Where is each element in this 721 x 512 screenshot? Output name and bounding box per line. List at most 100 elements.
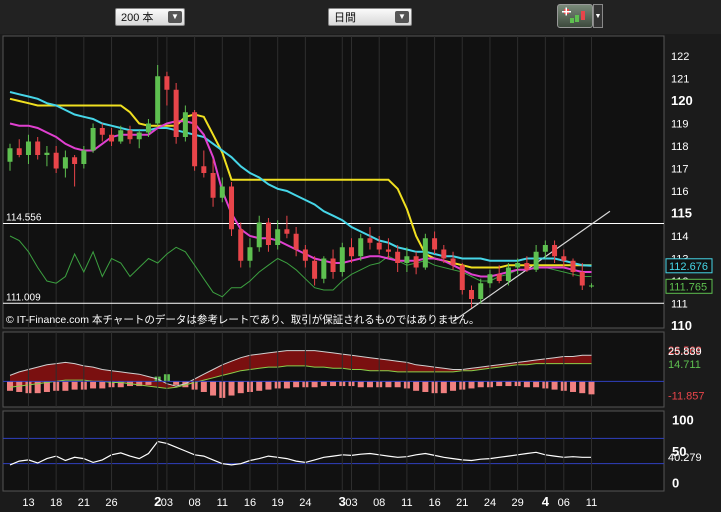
histogram-bar [200, 381, 207, 392]
candle-body [459, 265, 465, 290]
candle-body [164, 76, 170, 90]
candle-body [395, 251, 401, 263]
candle-body [210, 173, 216, 198]
candle-body [376, 242, 382, 250]
chevron-down-icon: ▼ [168, 11, 182, 23]
x-tick-label: 13 [22, 497, 34, 509]
histogram-bar [570, 381, 577, 392]
candle-body [81, 150, 87, 164]
candle-body [441, 249, 447, 259]
candle-body [275, 229, 281, 245]
histogram-bar [90, 381, 97, 389]
candle-body [330, 258, 336, 272]
candle-body [247, 247, 253, 261]
candle-body [145, 123, 151, 133]
period-select[interactable]: 200 本 ▼ [115, 8, 185, 26]
candle-body [219, 186, 225, 198]
candle-body [561, 256, 567, 261]
candle-body [44, 152, 50, 155]
y-tick-label: 114 [671, 231, 689, 243]
y-tick-label: 119 [671, 119, 689, 131]
candle-body [302, 249, 308, 261]
histogram-bar [7, 381, 13, 391]
x-tick-label: 18 [50, 497, 62, 509]
x-tick-label: 08 [373, 497, 385, 509]
histogram-bar [385, 381, 392, 388]
candle-body [321, 258, 327, 279]
histogram-bar [99, 381, 106, 389]
chevron-down-icon: ▼ [395, 11, 409, 23]
candle-body [367, 238, 373, 243]
candle-body [284, 229, 290, 234]
candle-body [109, 134, 115, 142]
copyright-note: © IT-Finance.com 本チャートのデータは参考レートであり、取引が保… [6, 313, 479, 326]
candle-body [579, 272, 585, 286]
histogram-bar [579, 381, 586, 394]
candle-body [72, 157, 78, 164]
histogram-bar [293, 381, 300, 388]
candle-body [432, 238, 438, 250]
oscillator-pane: 26.56825.83914.711-11.857 [2, 331, 705, 408]
x-axis: 13 18 21 26 2 03 08 11 16 19 24 3 03 08 11 16 21 24 29 4 06 1… [22, 494, 597, 509]
histogram-bar [62, 381, 69, 391]
candle-body [469, 290, 474, 299]
candle-body [515, 263, 521, 268]
y-tick-label: 115 [671, 206, 692, 221]
candle-body [552, 245, 558, 257]
horizontal-line-label: 111.009 [6, 292, 41, 303]
price-pane: 114.556 111.009 122 121 120 119 118 117 116 115 1… [2, 35, 713, 333]
candle-body [155, 76, 161, 124]
candle-body [136, 132, 142, 140]
x-tick-label: 08 [188, 497, 200, 509]
histogram-bar [145, 381, 152, 385]
histogram-bar [468, 381, 475, 389]
y-tick-label: 122 [671, 51, 689, 63]
last-value-label: 111.765 [669, 281, 707, 293]
histogram-bar [450, 381, 457, 391]
histogram-bar [330, 381, 337, 387]
candle-body [349, 247, 355, 257]
candle-body [201, 166, 207, 173]
rsi-tick-label: 100 [672, 412, 694, 427]
x-tick-label: 16 [244, 497, 256, 509]
candle-body [90, 128, 96, 151]
candle-body [358, 238, 364, 257]
histogram-bar [523, 381, 530, 388]
candle-body [99, 128, 105, 135]
candle-body [192, 112, 198, 167]
candle-body [588, 285, 594, 287]
candle-body [25, 141, 31, 155]
candle-body [478, 283, 484, 299]
y-tick-label: 110 [671, 318, 692, 333]
x-tick-label: 29 [512, 497, 524, 509]
histogram-bar [505, 381, 512, 387]
histogram-bar [283, 381, 290, 389]
interval-select[interactable]: 日間 ▼ [328, 8, 412, 26]
candle-body [450, 258, 456, 266]
histogram-bar [237, 381, 244, 394]
oscillator-value-label: -11.857 [668, 390, 705, 402]
candle-body [570, 260, 576, 272]
histogram-bar [71, 381, 78, 390]
chart-tools-button[interactable] [557, 4, 593, 28]
x-tick-label: 11 [586, 497, 597, 509]
candle-body [118, 130, 124, 142]
histogram-bar [588, 381, 595, 395]
chevron-down-icon: ▼ [594, 13, 602, 20]
candle-body [182, 112, 188, 137]
oscillator-value-label: 25.839 [668, 346, 702, 358]
candle-body [16, 148, 22, 155]
histogram-bar [413, 381, 420, 391]
x-tick-label: 16 [428, 497, 440, 509]
chart-tools-dropdown[interactable]: ▼ [593, 4, 603, 28]
candle-body [422, 238, 428, 268]
toolbar: 200 本 ▼ 日間 ▼ ▼ [0, 0, 721, 34]
chart-area: 114.556 111.009 122 121 120 119 118 117 116 115 1… [2, 35, 713, 509]
y-tick-label: 120 [671, 93, 693, 108]
rsi-tick-label: 0 [672, 476, 679, 491]
candle-body [339, 247, 345, 272]
y-tick-label: 121 [671, 74, 689, 86]
histogram-bar [422, 381, 429, 392]
candle-body [265, 222, 271, 245]
candle-body [127, 130, 133, 140]
